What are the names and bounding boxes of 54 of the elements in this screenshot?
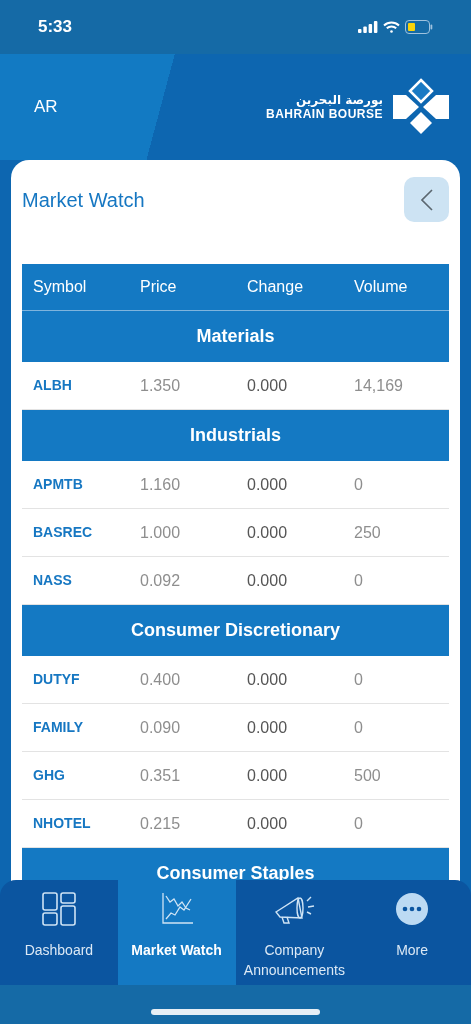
price-cell-text: 0.090 [140, 717, 182, 738]
price-cell-text: 0.092 [140, 570, 182, 591]
sector-header: Materials [22, 311, 449, 362]
volume-cell-text: 14,169 [354, 375, 404, 396]
change-cell-text: 0.000 [247, 669, 289, 690]
column-header: Change [247, 277, 305, 297]
column-header: Volume [354, 277, 409, 297]
change-cell-text: 0.000 [247, 717, 289, 738]
volume-cell-text: 0 [354, 717, 364, 738]
logo-arabic-text: بورصة البحرين [296, 94, 383, 106]
change-cell-text: 0.000 [247, 813, 289, 834]
card-title: Market Watch [22, 187, 145, 213]
language-button[interactable]: AR [34, 94, 58, 120]
symbol-link[interactable]: GHG [33, 765, 140, 786]
price-cell-text: 1.000 [140, 522, 182, 543]
change-cell-text: 0.000 [247, 375, 289, 396]
signal-icon [358, 21, 378, 33]
change-cell-text: 0.000 [247, 765, 289, 786]
logo-text: BAHRAIN BOURSE [266, 108, 383, 120]
symbol-link[interactable]: FAMILY [33, 717, 140, 738]
volume-cell-text: 250 [354, 522, 382, 543]
line-chart-icon [159, 892, 194, 926]
volume-cell-text: 0 [354, 474, 364, 495]
price-cell-text: 1.160 [140, 474, 182, 495]
more-icon [395, 892, 430, 926]
symbol-link[interactable]: APMTB [33, 474, 140, 495]
column-header: Price [140, 277, 178, 297]
dashboard-icon [41, 892, 76, 926]
back-chevron-icon [420, 188, 433, 211]
tab-button[interactable]: Market Watch [117, 880, 236, 985]
wifi-icon [383, 21, 400, 33]
price-cell-text: 0.351 [140, 765, 182, 786]
battery-icon [405, 20, 433, 34]
symbol-link[interactable]: NHOTEL [33, 813, 140, 834]
back-button[interactable] [404, 177, 449, 222]
volume-cell-text: 500 [354, 765, 382, 786]
change-cell-text: 0.000 [247, 522, 289, 543]
price-cell-text: 1.350 [140, 375, 182, 396]
symbol-link[interactable]: BASREC [33, 522, 140, 543]
price-cell-text: 0.400 [140, 669, 182, 690]
symbol-link[interactable]: NASS [33, 570, 140, 591]
symbol-link[interactable]: ALBH [33, 375, 140, 396]
volume-cell-text: 0 [354, 813, 364, 834]
price-cell-text: 0.215 [140, 813, 182, 834]
change-cell-text: 0.000 [247, 570, 289, 591]
logo-icon [391, 78, 451, 136]
volume-cell-text: 0 [354, 570, 364, 591]
volume-cell-text: 0 [354, 669, 364, 690]
sector-header: Consumer Discretionary [22, 605, 449, 656]
change-cell-text: 0.000 [247, 474, 289, 495]
sector-header: Industrials [22, 410, 449, 461]
column-header: Symbol [33, 277, 88, 297]
status-time: 5:33 [38, 16, 73, 39]
symbol-link[interactable]: DUTYF [33, 669, 140, 690]
